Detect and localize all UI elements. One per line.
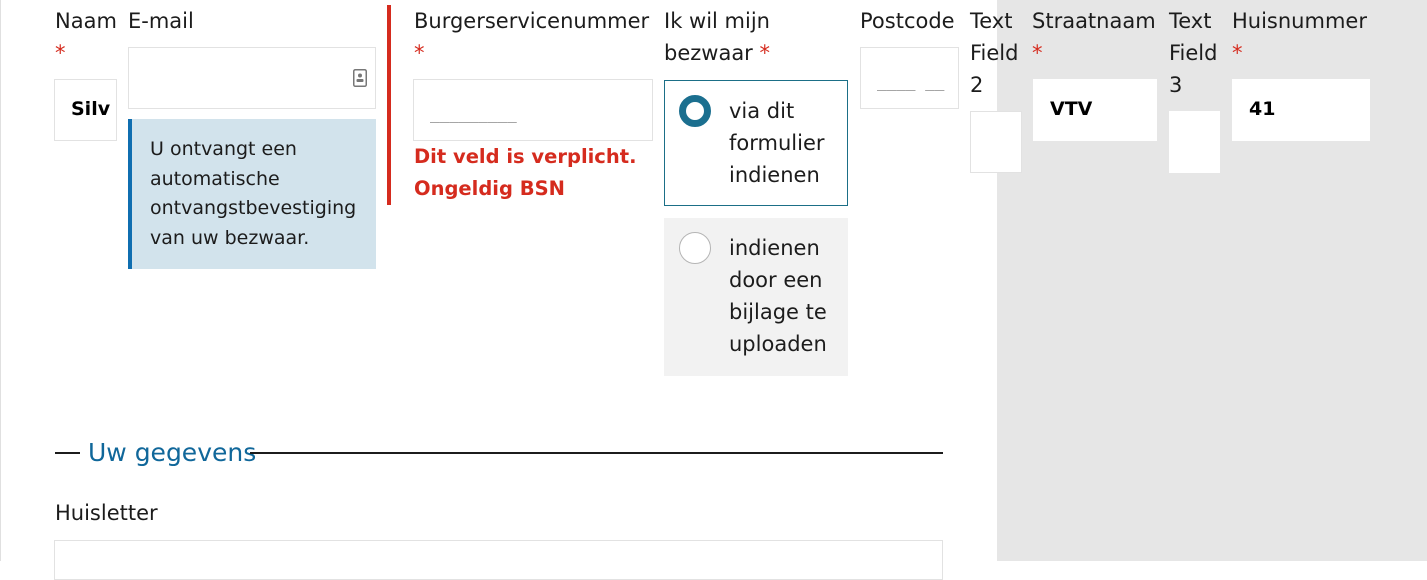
huisletter-label: Huisletter bbox=[55, 501, 158, 525]
text-field-2-input[interactable] bbox=[970, 111, 1022, 173]
huisnummer-input[interactable]: 41 bbox=[1232, 79, 1370, 141]
bsn-input[interactable]: _________ bbox=[413, 79, 653, 141]
naam-label: Naam bbox=[55, 5, 117, 37]
text-field-2-label-line: Text bbox=[970, 9, 1013, 33]
text-field-2-label-line: 2 bbox=[970, 73, 984, 97]
bezwaar-label-line2: bezwaar * bbox=[664, 37, 770, 69]
radio-formulier-line: via dit bbox=[729, 99, 795, 123]
radio-option-formulier[interactable]: via dit formulier indienen bbox=[664, 80, 848, 206]
email-info-text: U ontvangt een automatische ontvangstbev… bbox=[150, 138, 357, 249]
email-label: E-mail bbox=[128, 9, 194, 33]
legend-line-left bbox=[55, 452, 80, 454]
naam-input[interactable]: Silv bbox=[54, 79, 117, 141]
bezwaar-required-mark: * bbox=[759, 41, 771, 65]
bsn-error-indicator bbox=[387, 5, 391, 205]
radio-formulier-line: formulier bbox=[729, 131, 825, 155]
text-field-2-label: Text Field 2 bbox=[970, 5, 1018, 101]
text-field-2-label-line: Field bbox=[970, 41, 1019, 65]
radio-bijlage-line: indienen bbox=[729, 236, 820, 260]
contact-card-icon[interactable] bbox=[353, 69, 367, 87]
radio-selected-icon[interactable] bbox=[679, 95, 711, 127]
section-legend: Uw gegevens bbox=[88, 438, 257, 467]
straatnaam-input[interactable]: VTV bbox=[1033, 79, 1157, 141]
text-field-3-label: Text Field 3 bbox=[1169, 5, 1217, 101]
radio-bijlage-line: door een bbox=[729, 268, 823, 292]
bsn-input-mask: _________ bbox=[430, 104, 517, 123]
left-edge bbox=[0, 0, 1, 561]
text-field-3-label-line: Text bbox=[1169, 9, 1212, 33]
bsn-error-invalid: Ongeldig BSN bbox=[414, 177, 565, 200]
huisnummer-label: Huisnummer bbox=[1232, 9, 1367, 33]
postcode-label: Postcode bbox=[860, 9, 955, 33]
radio-bijlage-line: bijlage te bbox=[729, 300, 827, 324]
naam-input-value: Silv bbox=[71, 98, 111, 120]
huisnummer-required-mark: * bbox=[1232, 41, 1243, 65]
straatnaam-value: VTV bbox=[1050, 98, 1093, 120]
bsn-required-mark: * bbox=[414, 41, 425, 65]
radio-option-bijlage-label: indienen door een bijlage te uploaden bbox=[729, 232, 827, 360]
straatnaam-required-mark: * bbox=[1032, 41, 1043, 65]
text-field-3-input[interactable] bbox=[1169, 111, 1220, 173]
text-field-3-label-line: Field bbox=[1169, 41, 1218, 65]
radio-bijlage-line: uploaden bbox=[729, 332, 827, 356]
naam-required-mark: * bbox=[55, 41, 66, 65]
bezwaar-label-line1: Ik wil mijn bbox=[664, 9, 770, 33]
email-input[interactable] bbox=[128, 47, 376, 109]
legend-line-right bbox=[250, 452, 943, 454]
postcode-input[interactable]: ____ __ bbox=[860, 47, 959, 109]
radio-option-formulier-label: via dit formulier indienen bbox=[729, 95, 825, 191]
bezwaar-label-text: bezwaar bbox=[664, 41, 753, 65]
postcode-input-mask: ____ __ bbox=[877, 72, 945, 91]
naam-label-text: Naam bbox=[55, 9, 117, 33]
huisletter-input[interactable] bbox=[54, 540, 943, 580]
radio-unselected-icon[interactable] bbox=[679, 232, 711, 264]
straatnaam-label: Straatnaam bbox=[1032, 9, 1156, 33]
radio-formulier-line: indienen bbox=[729, 163, 820, 187]
text-field-3-label-line: 3 bbox=[1169, 73, 1183, 97]
radio-option-bijlage[interactable]: indienen door een bijlage te uploaden bbox=[664, 218, 848, 376]
huisnummer-value: 41 bbox=[1249, 98, 1276, 120]
email-info-box: U ontvangt een automatische ontvangstbev… bbox=[128, 119, 376, 269]
bsn-label: Burgerservicenummer bbox=[414, 9, 650, 33]
bsn-error-required: Dit veld is verplicht. bbox=[414, 145, 637, 168]
